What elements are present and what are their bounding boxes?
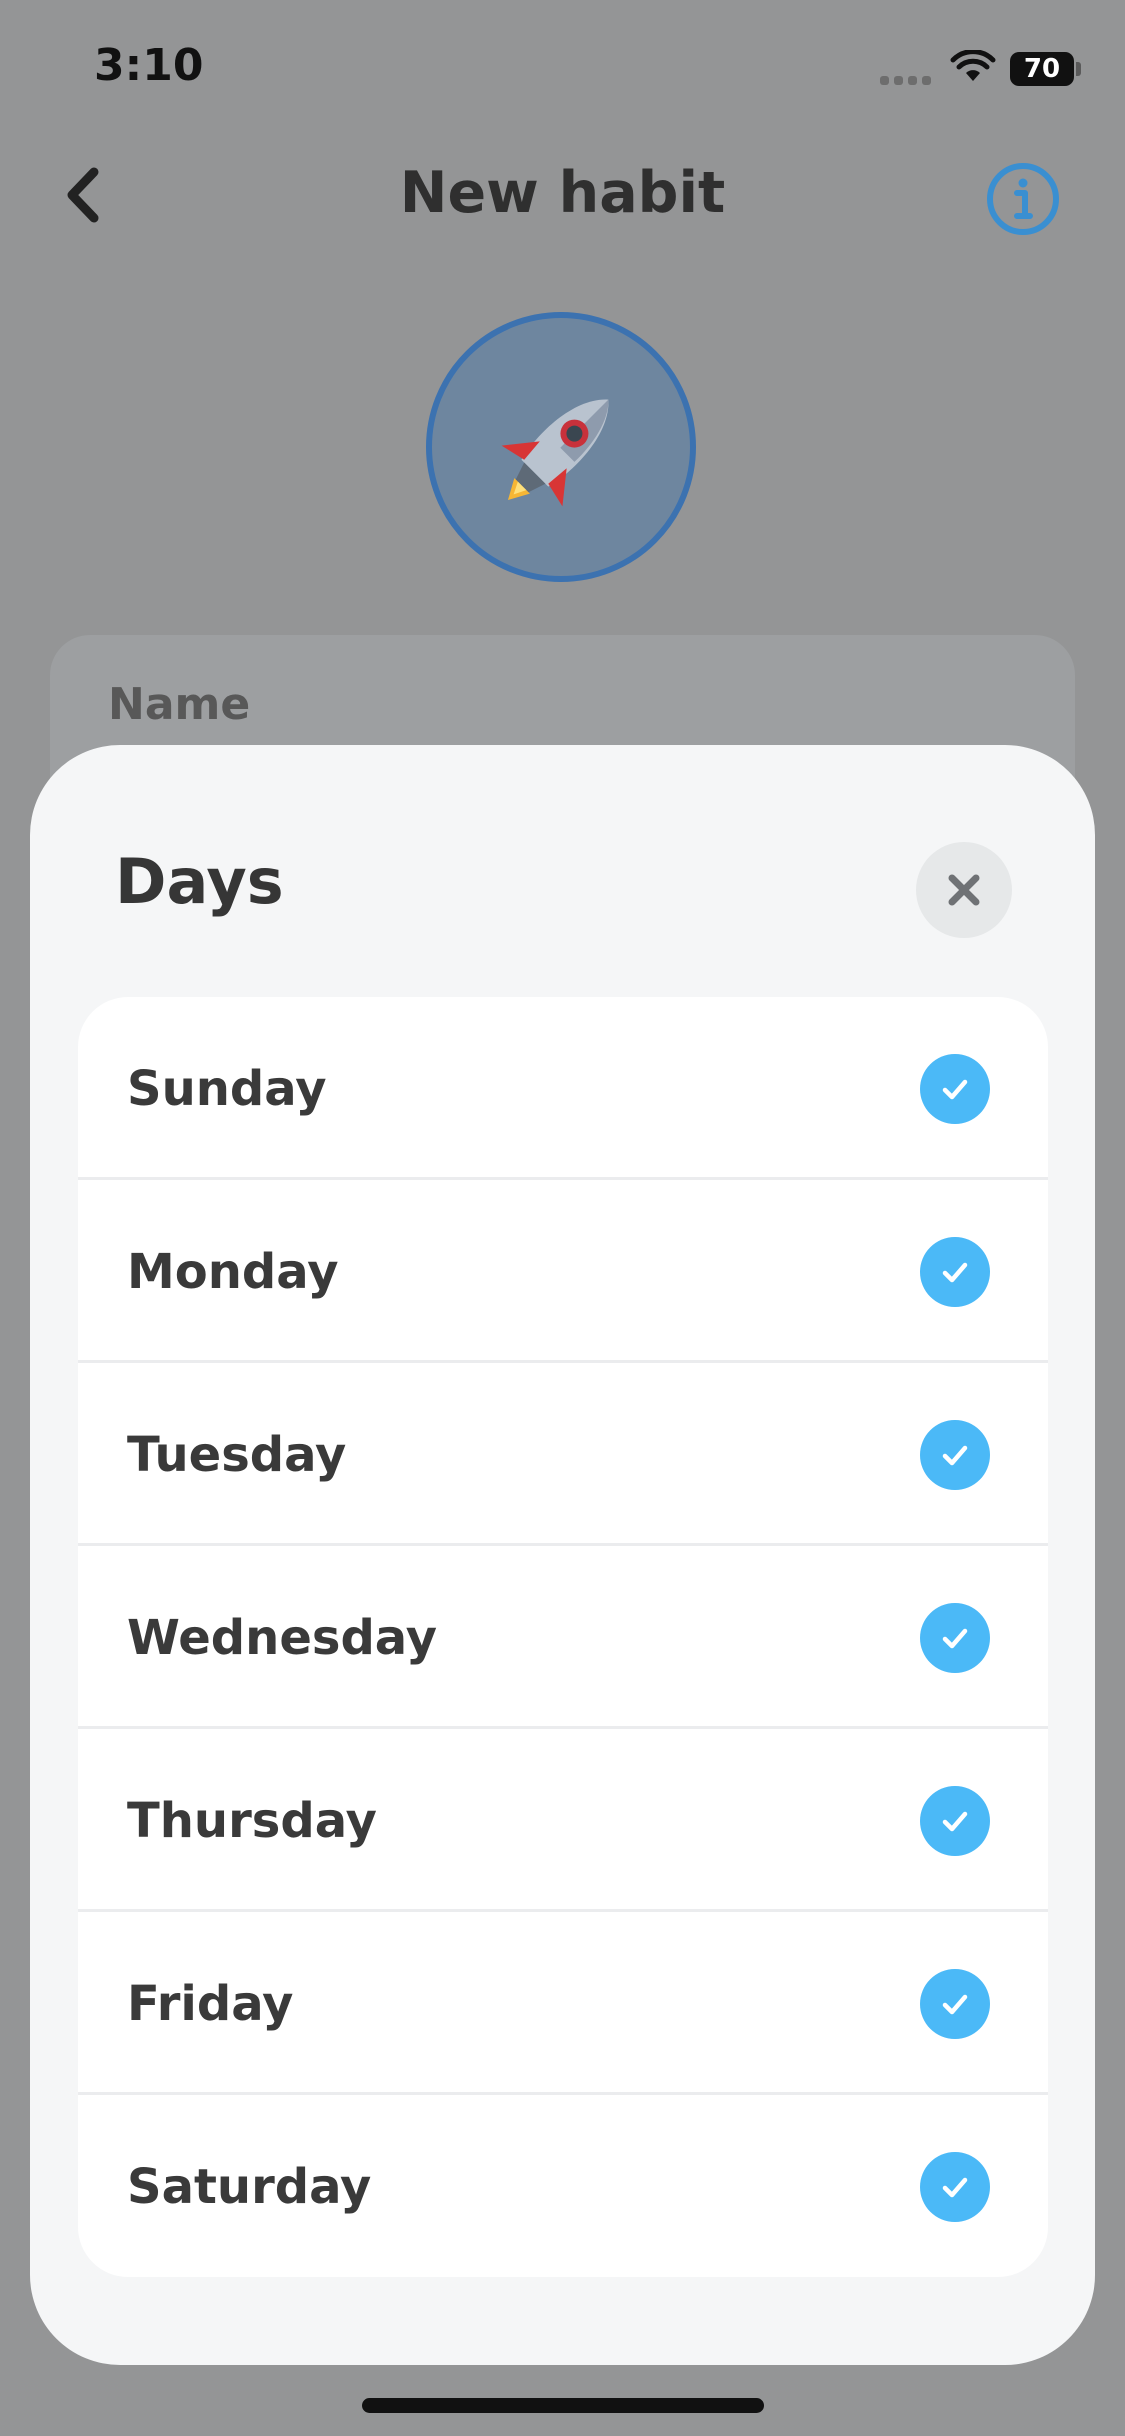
checkmark-icon[interactable] — [920, 2151, 990, 2222]
name-label: Name — [108, 679, 251, 730]
rocket-icon — [501, 399, 609, 507]
day-row-thursday[interactable]: Thursday — [78, 1729, 1048, 1912]
day-label: Friday — [127, 1975, 294, 2032]
checkmark-icon[interactable] — [920, 1419, 990, 1490]
day-label: Tuesday — [127, 1426, 347, 1483]
day-row-monday[interactable]: Monday — [78, 1180, 1048, 1363]
checkmark-icon[interactable] — [920, 1236, 990, 1307]
day-label: Sunday — [127, 1060, 327, 1117]
day-label: Monday — [127, 1243, 339, 1300]
battery-tip — [1076, 62, 1081, 76]
habit-icon-picker[interactable] — [426, 312, 696, 582]
sheet-title: Days — [115, 845, 284, 918]
wifi-icon — [950, 50, 996, 81]
checkmark-icon[interactable] — [920, 1053, 990, 1124]
close-button[interactable] — [916, 842, 1012, 938]
day-label: Wednesday — [127, 1609, 438, 1666]
day-row-friday[interactable]: Friday — [78, 1912, 1048, 2095]
days-sheet: Days Sunday Monday Tuesday Wednesday Thu… — [30, 745, 1095, 2365]
page-title: New habit — [399, 160, 726, 226]
day-label: Saturday — [127, 2158, 372, 2215]
day-row-saturday[interactable]: Saturday — [78, 2095, 1048, 2277]
battery-icon: 70 — [1010, 52, 1074, 86]
days-list: Sunday Monday Tuesday Wednesday Thursday… — [78, 997, 1048, 2277]
day-row-wednesday[interactable]: Wednesday — [78, 1546, 1048, 1729]
info-circle-icon — [987, 163, 1059, 235]
checkmark-icon[interactable] — [920, 1785, 990, 1856]
day-row-sunday[interactable]: Sunday — [78, 997, 1048, 1180]
checkmark-icon[interactable] — [920, 1968, 990, 2039]
status-time: 3:10 — [94, 40, 204, 91]
cellular-signal-icon — [880, 76, 931, 85]
info-button[interactable] — [984, 160, 1062, 238]
home-indicator — [362, 2398, 764, 2413]
day-row-tuesday[interactable]: Tuesday — [78, 1363, 1048, 1546]
day-label: Thursday — [127, 1792, 377, 1849]
close-icon — [948, 874, 980, 906]
checkmark-icon[interactable] — [920, 1602, 990, 1673]
status-bar: 3:10 70 — [0, 0, 1125, 130]
